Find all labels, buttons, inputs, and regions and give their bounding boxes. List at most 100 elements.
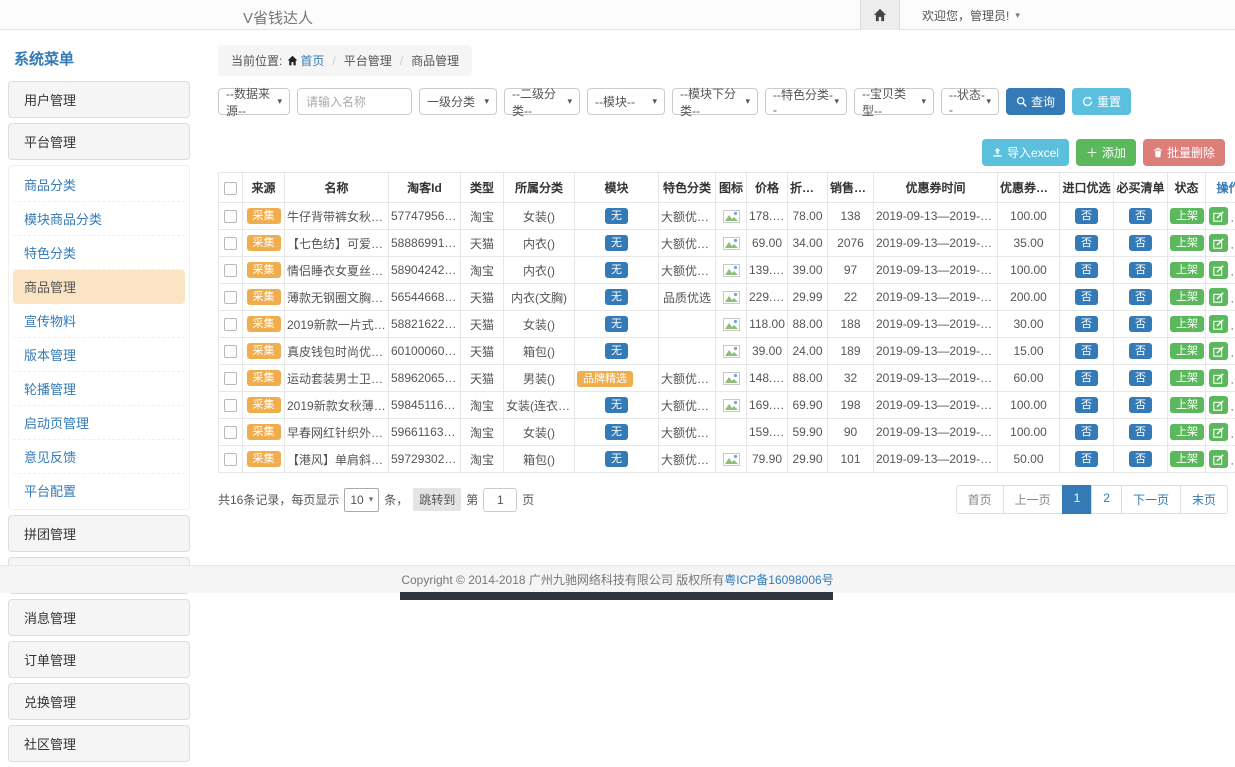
level1-category-select[interactable]: 一级分类▾ [419, 88, 497, 115]
row-checkbox[interactable] [224, 345, 237, 358]
add-button[interactable]: ＋ 添加 [1076, 139, 1136, 166]
sidebar-group-header[interactable]: 平台管理 [8, 123, 190, 160]
status-toggle[interactable]: 上架 [1170, 370, 1204, 386]
select-all-checkbox[interactable] [224, 182, 237, 195]
sidebar-item[interactable]: 轮播管理 [13, 372, 185, 406]
must-buy-toggle[interactable]: 否 [1129, 343, 1152, 359]
sidebar-group-header[interactable]: 拼团管理 [8, 515, 190, 552]
sidebar-group-header[interactable]: 兑换管理 [8, 683, 190, 720]
row-checkbox[interactable] [224, 291, 237, 304]
sidebar-item[interactable]: 平台配置 [13, 474, 185, 507]
reset-button[interactable]: 重置 [1072, 88, 1131, 115]
must-buy-toggle[interactable]: 否 [1129, 289, 1152, 305]
status-toggle[interactable]: 上架 [1170, 316, 1204, 332]
module-select[interactable]: --模块--▾ [587, 88, 665, 115]
sidebar-item[interactable]: 意见反馈 [13, 440, 185, 474]
module-badge[interactable]: 无 [605, 424, 628, 440]
sidebar-item[interactable]: 模块商品分类 [13, 202, 185, 236]
import-select-toggle[interactable]: 否 [1075, 235, 1098, 251]
must-buy-toggle[interactable]: 否 [1129, 316, 1152, 332]
import-select-toggle[interactable]: 否 [1075, 262, 1098, 278]
batch-delete-button[interactable]: 批量删除 [1143, 139, 1225, 166]
import-select-toggle[interactable]: 否 [1075, 424, 1098, 440]
must-buy-toggle[interactable]: 否 [1129, 397, 1152, 413]
must-buy-toggle[interactable]: 否 [1129, 424, 1152, 440]
row-checkbox[interactable] [224, 372, 237, 385]
sidebar-item[interactable]: 商品管理 [13, 270, 185, 304]
edit-button[interactable] [1209, 234, 1228, 252]
row-checkbox[interactable] [224, 453, 237, 466]
row-checkbox[interactable] [224, 264, 237, 277]
icp-link[interactable]: 粤ICP备16098006号 [724, 571, 833, 588]
special-category-select[interactable]: --特色分类--▾ [765, 88, 847, 115]
status-toggle[interactable]: 上架 [1170, 343, 1204, 359]
edit-button[interactable] [1209, 450, 1228, 468]
row-checkbox[interactable] [224, 426, 237, 439]
row-checkbox[interactable] [224, 399, 237, 412]
pager-item-2[interactable]: 2 [1091, 485, 1122, 514]
sidebar-item[interactable]: 宣传物料 [13, 304, 185, 338]
level2-category-select[interactable]: --二级分类--▾ [504, 88, 580, 115]
import-select-toggle[interactable]: 否 [1075, 316, 1098, 332]
sidebar-group-header[interactable]: 订单管理 [8, 641, 190, 678]
edit-button[interactable] [1209, 288, 1228, 306]
import-select-toggle[interactable]: 否 [1075, 370, 1098, 386]
module-badge[interactable]: 无 [605, 316, 628, 332]
edit-button[interactable] [1209, 207, 1228, 225]
must-buy-toggle[interactable]: 否 [1129, 235, 1152, 251]
status-toggle[interactable]: 上架 [1170, 397, 1204, 413]
module-subcategory-select[interactable]: --模块下分类--▾ [672, 88, 758, 115]
module-badge[interactable]: 无 [605, 235, 628, 251]
status-toggle[interactable]: 上架 [1170, 235, 1204, 251]
page-size-select[interactable]: 10 ▾ [344, 488, 379, 512]
breadcrumb-home-link[interactable]: 首页 [287, 52, 324, 69]
sidebar-item[interactable]: 特色分类 [13, 236, 185, 270]
user-menu[interactable]: 欢迎您，管理员! ▾ [900, 0, 1020, 30]
module-badge[interactable]: 无 [605, 397, 628, 413]
search-button[interactable]: 查询 [1006, 88, 1065, 115]
data-source-select[interactable]: --数据来源--▾ [218, 88, 290, 115]
module-badge[interactable]: 无 [605, 262, 628, 278]
name-input[interactable] [297, 88, 412, 115]
import-select-toggle[interactable]: 否 [1075, 208, 1098, 224]
sidebar-group-header[interactable]: 消息管理 [8, 599, 190, 636]
edit-button[interactable] [1209, 261, 1228, 279]
import-select-toggle[interactable]: 否 [1075, 397, 1098, 413]
sidebar-group-header[interactable]: 社区管理 [8, 725, 190, 762]
sidebar-item[interactable]: 商品分类 [13, 168, 185, 202]
status-toggle[interactable]: 上架 [1170, 208, 1204, 224]
home-button[interactable] [860, 0, 900, 30]
import-select-toggle[interactable]: 否 [1075, 289, 1098, 305]
edit-button[interactable] [1209, 342, 1228, 360]
status-toggle[interactable]: 上架 [1170, 289, 1204, 305]
import-select-toggle[interactable]: 否 [1075, 343, 1098, 359]
edit-button[interactable] [1209, 315, 1228, 333]
module-badge[interactable]: 无 [605, 208, 628, 224]
status-toggle[interactable]: 上架 [1170, 262, 1204, 278]
edit-button[interactable] [1209, 423, 1228, 441]
module-badge[interactable]: 无 [605, 343, 628, 359]
module-badge[interactable]: 无 [605, 289, 628, 305]
sidebar-item[interactable]: 版本管理 [13, 338, 185, 372]
import-select-toggle[interactable]: 否 [1075, 451, 1098, 467]
row-checkbox[interactable] [224, 210, 237, 223]
status-toggle[interactable]: 上架 [1170, 424, 1204, 440]
pager-item-下一页[interactable]: 下一页 [1121, 485, 1181, 514]
pager-item-末页[interactable]: 末页 [1180, 485, 1228, 514]
pager-item-1[interactable]: 1 [1062, 485, 1093, 514]
sidebar-item[interactable]: 启动页管理 [13, 406, 185, 440]
edit-button[interactable] [1209, 369, 1228, 387]
must-buy-toggle[interactable]: 否 [1129, 208, 1152, 224]
item-type-select[interactable]: --宝贝类型--▾ [854, 88, 934, 115]
edit-button[interactable] [1209, 396, 1228, 414]
import-excel-button[interactable]: 导入excel [982, 139, 1069, 166]
must-buy-toggle[interactable]: 否 [1129, 370, 1152, 386]
module-badge[interactable]: 品牌精选 [577, 371, 633, 387]
must-buy-toggle[interactable]: 否 [1129, 451, 1152, 467]
status-select[interactable]: --状态--▾ [941, 88, 999, 115]
module-badge[interactable]: 无 [605, 451, 628, 467]
jump-page-input[interactable] [483, 488, 517, 512]
row-checkbox[interactable] [224, 237, 237, 250]
status-toggle[interactable]: 上架 [1170, 451, 1204, 467]
sidebar-group-header[interactable]: 用户管理 [8, 81, 190, 118]
